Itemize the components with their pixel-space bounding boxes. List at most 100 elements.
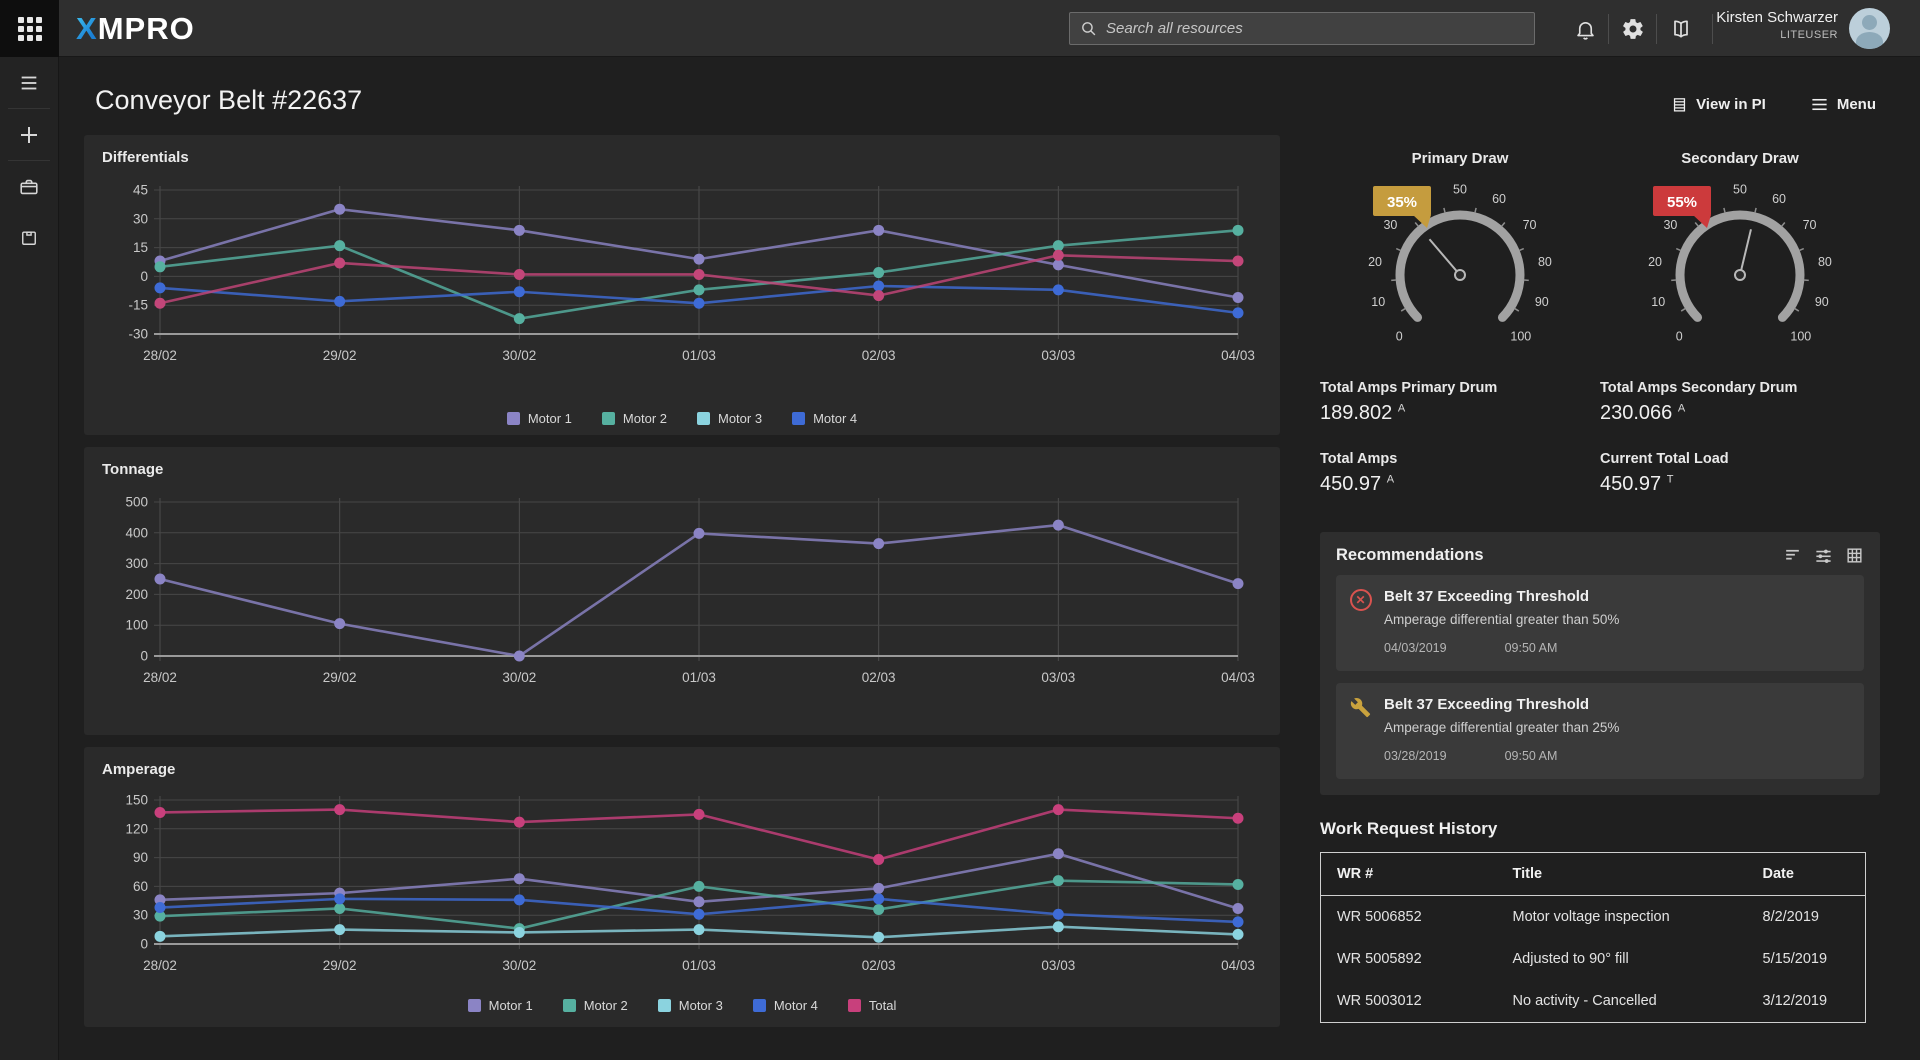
svg-text:120: 120 <box>125 821 148 836</box>
svg-text:01/03: 01/03 <box>682 670 716 685</box>
svg-text:02/03: 02/03 <box>862 958 896 973</box>
svg-text:100: 100 <box>1510 329 1531 343</box>
table-row[interactable]: WR 5005892Adjusted to 90° fill5/15/2019 <box>1321 938 1866 980</box>
page-title: Conveyor Belt #22637 <box>95 85 362 116</box>
svg-text:60: 60 <box>1772 192 1786 206</box>
grid-view-button[interactable] <box>1845 546 1864 565</box>
right-panel: Primary Draw 010203040506070809010035% S… <box>1320 150 1880 1023</box>
table-cell: No activity - Cancelled <box>1497 980 1747 1023</box>
svg-text:300: 300 <box>125 556 148 571</box>
svg-text:100: 100 <box>1790 329 1811 343</box>
amperage-card: Amperage 28/0229/0230/0201/0302/0303/030… <box>84 747 1280 1027</box>
sidebar-item-assets[interactable] <box>0 161 58 212</box>
tonnage-card: Tonnage 28/0229/0230/0201/0302/0303/0304… <box>84 447 1280 735</box>
recommendations-toolbar <box>1783 546 1864 565</box>
table-cell: Adjusted to 90° fill <box>1497 938 1747 980</box>
sidebar-item-requests[interactable] <box>0 212 58 263</box>
chart-title: Amperage <box>102 761 1262 778</box>
search-icon <box>1080 20 1097 37</box>
svg-text:50: 50 <box>1453 183 1467 197</box>
svg-text:90: 90 <box>1815 295 1829 309</box>
svg-text:29/02: 29/02 <box>323 670 357 685</box>
legend-item: Motor 3 <box>658 998 723 1013</box>
svg-text:0: 0 <box>1676 329 1683 343</box>
plus-icon <box>17 123 41 147</box>
user-menu[interactable]: Kirsten Schwarzer LITEUSER <box>1716 9 1838 41</box>
table-cell: WR 5006852 <box>1321 896 1497 939</box>
menu-button[interactable]: Menu <box>1810 95 1876 114</box>
gauges-row: Primary Draw 010203040506070809010035% S… <box>1320 150 1880 364</box>
svg-text:80: 80 <box>1818 255 1832 269</box>
svg-text:20: 20 <box>1368 255 1382 269</box>
svg-text:01/03: 01/03 <box>682 348 716 363</box>
svg-text:200: 200 <box>125 587 148 602</box>
legend-item: Motor 3 <box>697 411 762 426</box>
svg-text:03/03: 03/03 <box>1041 670 1075 685</box>
svg-text:02/03: 02/03 <box>862 670 896 685</box>
grid-icon <box>1845 546 1864 565</box>
page-actions: View in PI Menu <box>1671 95 1876 114</box>
stat-value: 189.802 A <box>1320 402 1600 425</box>
gauge-title: Primary Draw <box>1320 150 1600 167</box>
sidebar-item-add[interactable] <box>0 109 58 160</box>
menu-icon <box>1810 95 1829 114</box>
table-header-row: WR #TitleDate <box>1321 853 1866 896</box>
stat-total-amps: Total Amps 450.97 A <box>1320 451 1600 496</box>
avatar[interactable] <box>1849 8 1890 49</box>
table-cell: WR 5005892 <box>1321 938 1497 980</box>
chart-title: Tonnage <box>102 461 1262 478</box>
svg-text:0: 0 <box>1396 329 1403 343</box>
gauge-secondary: 010203040506070809010055% <box>1615 169 1865 359</box>
table-icon <box>1671 96 1688 113</box>
table-cell: Motor voltage inspection <box>1497 896 1747 939</box>
legend-item: Motor 2 <box>563 998 628 1013</box>
svg-text:0: 0 <box>140 649 148 664</box>
recommendation-timestamp: 04/03/201909:50 AM <box>1384 641 1850 655</box>
recommendations-panel: Recommendations ✕ Belt 37 Exceeding Thre… <box>1320 532 1880 795</box>
svg-text:90: 90 <box>1535 295 1549 309</box>
recommendation-item[interactable]: Belt 37 Exceeding Threshold Amperage dif… <box>1336 683 1864 779</box>
notifications-button[interactable] <box>1572 16 1598 42</box>
svg-text:30: 30 <box>133 908 148 923</box>
table-row[interactable]: WR 5006852Motor voltage inspection8/2/20… <box>1321 896 1866 939</box>
legend-item: Motor 1 <box>468 998 533 1013</box>
filter-button[interactable] <box>1814 546 1833 565</box>
svg-text:100: 100 <box>125 618 148 633</box>
sidebar-item-menu[interactable] <box>0 57 58 108</box>
stat-value: 230.066 A <box>1600 402 1880 425</box>
topbar: XMPRO Kirsten Schwarzer LITEUSER <box>0 0 1920 57</box>
svg-text:-30: -30 <box>128 327 148 342</box>
app-grid-button[interactable] <box>0 0 59 57</box>
settings-button[interactable] <box>1620 16 1646 42</box>
app-grid-icon <box>18 17 42 41</box>
svg-text:0: 0 <box>140 937 148 952</box>
recommendations-title: Recommendations <box>1336 546 1484 565</box>
legend-swatch <box>563 999 576 1012</box>
stat-label: Total Amps Primary Drum <box>1320 380 1600 396</box>
gauge-title: Secondary Draw <box>1600 150 1880 167</box>
legend-swatch <box>507 412 520 425</box>
error-circle-icon: ✕ <box>1349 588 1372 611</box>
search-input[interactable] <box>1106 20 1524 37</box>
svg-text:55%: 55% <box>1667 194 1697 211</box>
svg-text:30: 30 <box>1663 218 1677 232</box>
svg-text:29/02: 29/02 <box>323 958 357 973</box>
legend-item: Motor 4 <box>792 411 857 426</box>
table-row[interactable]: WR 5003012No activity - Cancelled3/12/20… <box>1321 980 1866 1023</box>
legend-swatch <box>697 412 710 425</box>
svg-text:60: 60 <box>1492 192 1506 206</box>
svg-text:30/02: 30/02 <box>502 958 536 973</box>
legend-item: Motor 4 <box>753 998 818 1013</box>
sort-button[interactable] <box>1783 546 1802 565</box>
stat-total-amps-primary: Total Amps Primary Drum 189.802 A <box>1320 380 1600 425</box>
docs-button[interactable] <box>1668 16 1694 42</box>
stat-value: 450.97 A <box>1320 473 1600 496</box>
svg-text:03/03: 03/03 <box>1041 348 1075 363</box>
svg-text:10: 10 <box>1371 295 1385 309</box>
view-in-pi-button[interactable]: View in PI <box>1671 95 1766 114</box>
legend-item: Motor 2 <box>602 411 667 426</box>
stat-label: Total Amps Secondary Drum <box>1600 380 1880 396</box>
legend-swatch <box>602 412 615 425</box>
table-column-header: WR # <box>1321 853 1497 896</box>
recommendation-item[interactable]: ✕ Belt 37 Exceeding Threshold Amperage d… <box>1336 575 1864 671</box>
